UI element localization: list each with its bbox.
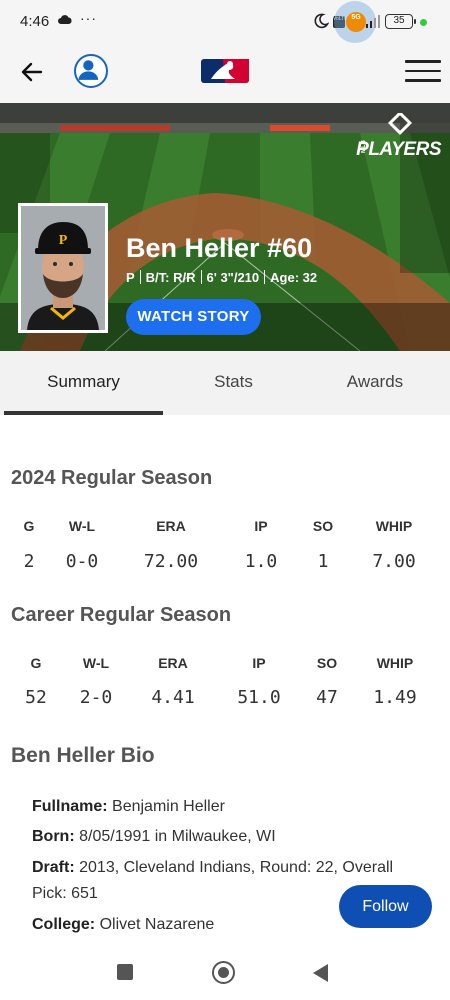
- player-hero: MLB PLAYERS P Ben Heller #60 P B/T: R/R 6'…: [0, 103, 450, 351]
- player-meta: P B/T: R/R 6' 3"/210 Age: 32: [126, 270, 317, 285]
- tab-awards[interactable]: Awards: [304, 351, 446, 415]
- career-header-so: SO: [316, 655, 338, 671]
- career-stats-title: Career Regular Season: [11, 604, 232, 626]
- app-header: [0, 44, 450, 103]
- season-stats-title: 2024 Regular Season: [11, 467, 213, 489]
- network-label: 5G: [351, 14, 361, 21]
- arrow-left-icon[interactable]: [18, 58, 46, 86]
- career-value-wl: 2-0: [79, 687, 113, 708]
- player-headshot: P: [18, 203, 108, 333]
- signal-icon: [366, 15, 380, 28]
- moon-icon: [314, 13, 329, 29]
- season-header-era: ERA: [156, 518, 186, 534]
- player-bats-throws: B/T: R/R: [145, 270, 196, 285]
- bio-born: Born: 8/05/1991 in Milwaukee, WI: [32, 828, 276, 846]
- follow-button[interactable]: Follow: [339, 885, 432, 928]
- bio-fullname: Fullname: Benjamin Heller: [32, 798, 225, 816]
- season-header-wl: W-L: [68, 518, 96, 534]
- bio-draft: Draft: 2013, Cleveland Indians, Round: 2…: [32, 859, 393, 877]
- bio-title: Ben Heller Bio: [11, 744, 155, 767]
- career-value-era: 4.41: [151, 687, 195, 708]
- season-header-so: SO: [312, 518, 334, 534]
- mlb-logo-icon[interactable]: [201, 59, 249, 83]
- bio-college-value: Olivet Nazarene: [99, 916, 215, 933]
- cloud-icon: [58, 15, 72, 24]
- season-value-whip: 7.00: [372, 551, 416, 572]
- more-notifications-icon: ···: [80, 10, 97, 26]
- bio-born-label: Born:: [32, 828, 75, 845]
- career-value-whip: 1.49: [373, 687, 417, 708]
- bio-fullname-value: Benjamin Heller: [112, 798, 225, 815]
- svg-text:P: P: [59, 233, 68, 248]
- career-header-ip: IP: [252, 655, 266, 671]
- bio-fullname-label: Fullname:: [32, 798, 108, 815]
- battery-level: 35: [393, 15, 405, 26]
- battery-icon: 35: [385, 14, 416, 29]
- season-header-g: G: [23, 518, 35, 534]
- bio-born-value: 8/05/1991 in Milwaukee, WI: [79, 828, 276, 845]
- player-age: Age: 32: [270, 270, 318, 285]
- watch-story-button[interactable]: WATCH STORY: [126, 299, 261, 335]
- players-brand-word: PLAYERS: [356, 139, 441, 160]
- bio-draft-value: 2013, Cleveland Indians, Round: 22, Over…: [79, 859, 394, 876]
- hamburger-menu-icon[interactable]: [405, 60, 441, 82]
- triangle-back-icon[interactable]: [313, 964, 328, 982]
- season-value-wl: 0-0: [65, 551, 99, 572]
- tab-summary[interactable]: Summary: [4, 351, 163, 415]
- tab-stats[interactable]: Stats: [163, 351, 304, 415]
- season-value-so: 1: [317, 551, 329, 572]
- square-recents-icon[interactable]: [117, 964, 133, 980]
- bio-college: College: Olivet Nazarene: [32, 916, 214, 934]
- active-tab-indicator: [4, 411, 163, 415]
- career-header-g: G: [30, 655, 42, 671]
- career-header-wl: W-L: [82, 655, 110, 671]
- user-profile-icon[interactable]: [74, 54, 108, 88]
- circle-home-icon[interactable]: [212, 961, 235, 984]
- season-value-era: 72.00: [143, 551, 199, 572]
- status-time: 4:46: [20, 13, 50, 30]
- system-nav-bar: [0, 945, 450, 1000]
- season-header-ip: IP: [254, 518, 268, 534]
- career-header-whip: WHIP: [376, 655, 414, 671]
- career-header-era: ERA: [158, 655, 188, 671]
- bio-draft-label: Draft:: [32, 859, 75, 876]
- tab-bar: Summary Stats Awards: [0, 351, 450, 415]
- bio-draft-continued: Pick: 651: [32, 885, 98, 902]
- player-photo: P: [21, 206, 105, 330]
- season-header-whip: WHIP: [375, 518, 413, 534]
- player-height-weight: 6' 3"/210: [206, 270, 260, 285]
- status-bar: 4:46 ··· VoLTE 5G 35: [0, 0, 450, 44]
- player-position: P: [126, 270, 135, 285]
- network-5g-icon: 5G: [346, 12, 366, 32]
- player-name: Ben Heller #60: [126, 233, 313, 263]
- bio-college-label: College:: [32, 916, 96, 933]
- privacy-dot-icon: [420, 19, 427, 26]
- person-icon: [78, 60, 99, 80]
